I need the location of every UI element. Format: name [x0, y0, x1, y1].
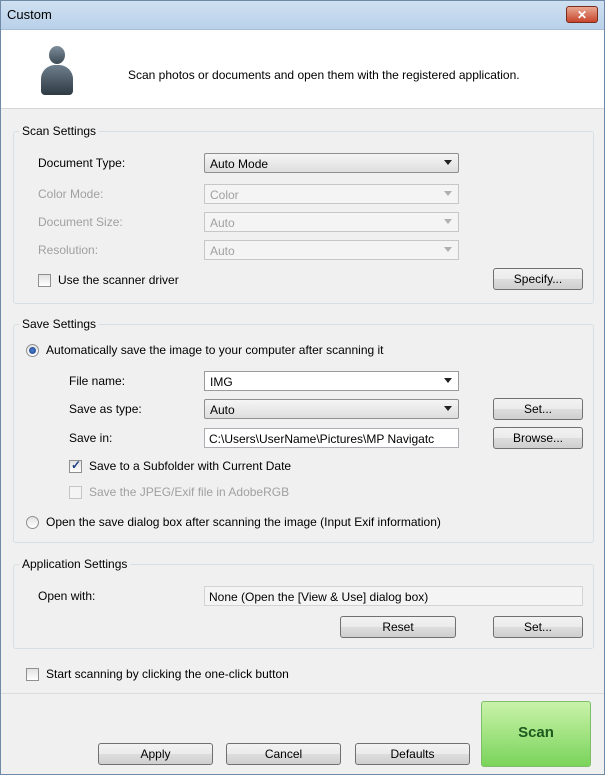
header-description: Scan photos or documents and open them w… — [128, 68, 520, 82]
save-in-field[interactable]: C:\Users\UserName\Pictures\MP Navigatc — [204, 428, 459, 448]
document-size-value: Auto — [210, 216, 235, 230]
color-mode-select[interactable]: Color — [204, 184, 459, 204]
resolution-value: Auto — [210, 244, 235, 258]
adobergb-checkbox[interactable] — [69, 486, 82, 499]
adobergb-label: Save the JPEG/Exif file in AdobeRGB — [89, 485, 290, 499]
cancel-button[interactable]: Cancel — [226, 743, 341, 765]
save-as-type-select[interactable]: Auto — [204, 399, 459, 419]
save-type-set-button[interactable]: Set... — [493, 398, 583, 420]
save-settings-legend: Save Settings — [22, 317, 97, 331]
application-settings-legend: Application Settings — [22, 557, 128, 571]
auto-save-radio[interactable] — [26, 344, 39, 357]
chevron-down-icon — [444, 191, 452, 196]
color-mode-label: Color Mode: — [38, 187, 104, 201]
custom-dialog: Custom ✕ Scan photos or documents and op… — [0, 0, 605, 775]
save-as-type-value: Auto — [210, 403, 235, 417]
dialog-header: Scan photos or documents and open them w… — [1, 30, 604, 109]
title-bar[interactable]: Custom ✕ — [1, 1, 604, 30]
subfolder-label: Save to a Subfolder with Current Date — [89, 459, 292, 473]
document-size-label: Document Size: — [38, 215, 123, 229]
apply-button[interactable]: Apply — [98, 743, 213, 765]
save-in-value: C:\Users\UserName\Pictures\MP Navigatc — [209, 432, 435, 446]
save-as-type-label: Save as type: — [69, 402, 142, 416]
chevron-down-icon — [444, 406, 452, 411]
open-with-value: None (Open the [View & Use] dialog box) — [209, 590, 429, 604]
one-click-checkbox[interactable] — [26, 668, 39, 681]
application-set-button[interactable]: Set... — [493, 616, 583, 638]
document-type-select[interactable]: Auto Mode — [204, 153, 459, 173]
close-icon[interactable]: ✕ — [566, 6, 598, 23]
chevron-down-icon — [444, 378, 452, 383]
person-icon — [41, 46, 73, 96]
auto-save-label: Automatically save the image to your com… — [46, 343, 384, 357]
file-name-value: IMG — [210, 375, 233, 389]
browse-button[interactable]: Browse... — [493, 427, 583, 449]
file-name-combo[interactable]: IMG — [204, 371, 459, 391]
chevron-down-icon — [444, 219, 452, 224]
specify-button[interactable]: Specify... — [493, 268, 583, 290]
file-name-label: File name: — [69, 374, 126, 388]
reset-button[interactable]: Reset — [340, 616, 456, 638]
subfolder-checkbox[interactable] — [69, 458, 82, 473]
open-dialog-label: Open the save dialog box after scanning … — [46, 515, 441, 529]
chevron-down-icon — [444, 247, 452, 252]
color-mode-value: Color — [210, 188, 239, 202]
resolution-select[interactable]: Auto — [204, 240, 459, 260]
open-dialog-radio[interactable] — [26, 516, 39, 529]
document-size-select[interactable]: Auto — [204, 212, 459, 232]
scan-button[interactable]: Scan — [481, 701, 591, 767]
footer-divider — [1, 693, 604, 694]
defaults-button[interactable]: Defaults — [355, 743, 470, 765]
open-with-label: Open with: — [38, 589, 96, 603]
resolution-label: Resolution: — [38, 243, 99, 257]
use-scanner-driver-checkbox[interactable] — [38, 274, 51, 287]
document-type-label: Document Type: — [38, 156, 126, 170]
scan-settings-legend: Scan Settings — [22, 124, 97, 138]
save-in-label: Save in: — [69, 431, 113, 445]
one-click-label: Start scanning by clicking the one-click… — [46, 667, 289, 681]
chevron-down-icon — [444, 160, 452, 165]
document-type-value: Auto Mode — [210, 157, 269, 171]
open-with-field: None (Open the [View & Use] dialog box) — [204, 586, 583, 606]
window-title: Custom — [7, 7, 52, 22]
use-scanner-driver-label: Use the scanner driver — [58, 273, 179, 287]
